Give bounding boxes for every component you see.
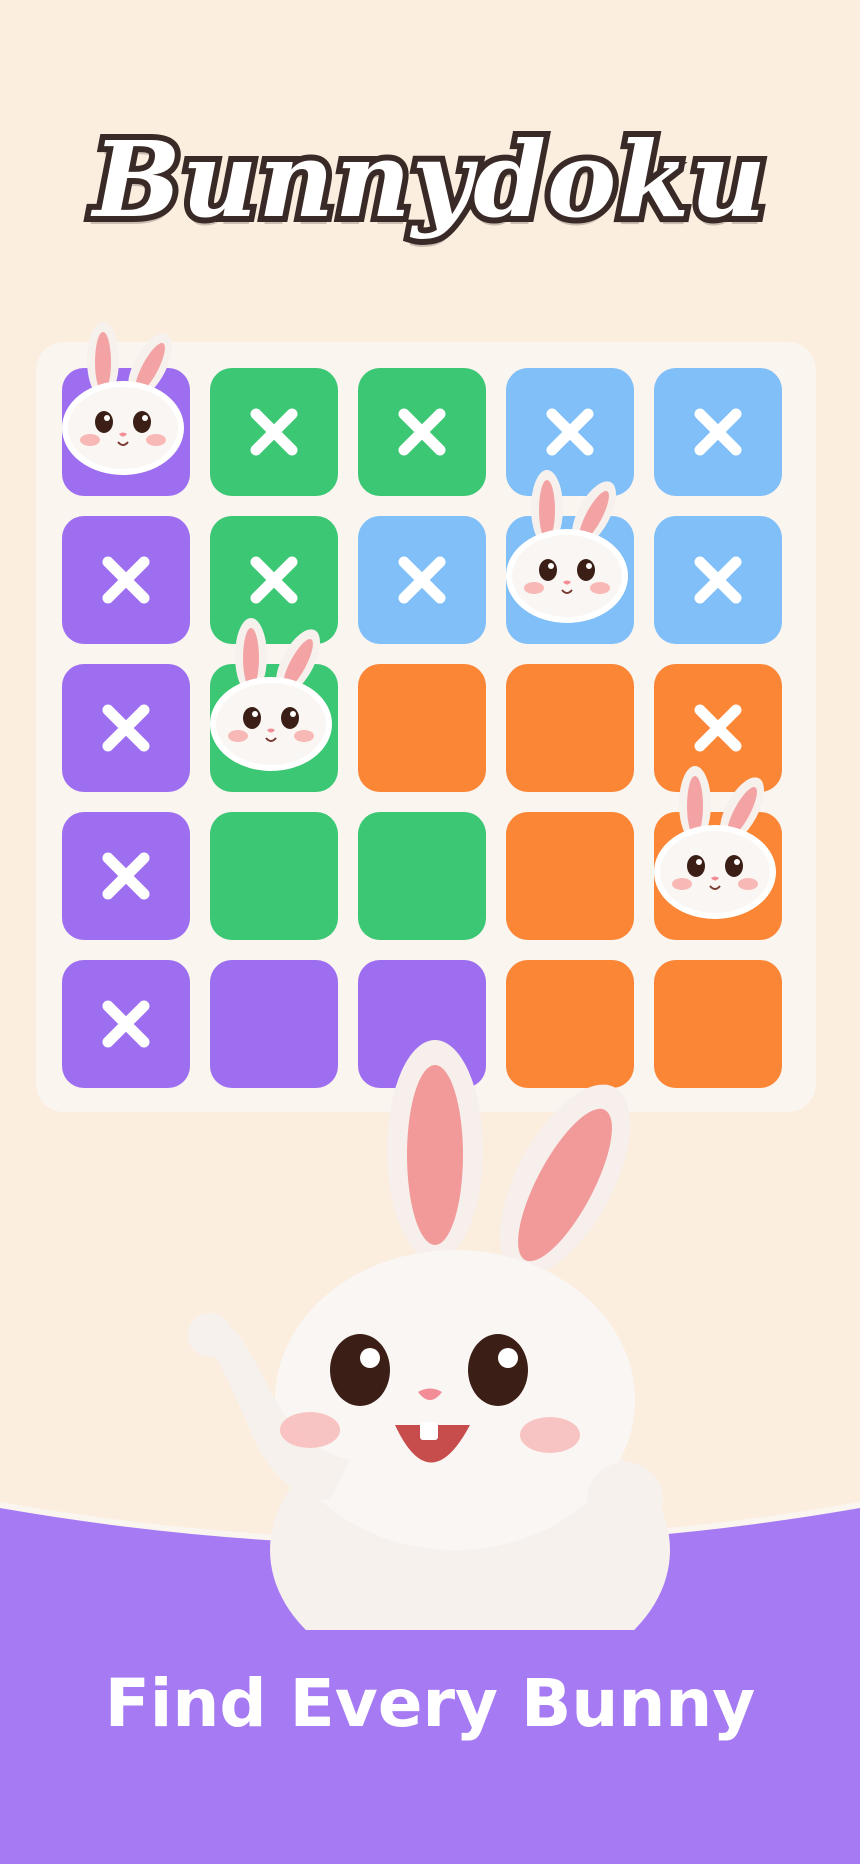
board-cell-r1-c2[interactable] <box>210 368 338 496</box>
x-mark-icon <box>690 552 746 608</box>
board-cell-r3-c1[interactable] <box>62 664 190 792</box>
board-cell-r1-c3[interactable] <box>358 368 486 496</box>
x-mark-icon <box>98 552 154 608</box>
board-cell-r5-c1[interactable] <box>62 960 190 1088</box>
game-board <box>36 322 816 1112</box>
board-cell-r2-c1[interactable] <box>62 516 190 644</box>
board-cell-r1-c5[interactable] <box>654 368 782 496</box>
board-cell-r4-c4[interactable] <box>506 812 634 940</box>
board-cell-r2-c5[interactable] <box>654 516 782 644</box>
game-title: Bunnydoku <box>87 112 772 247</box>
x-mark-icon <box>542 404 598 460</box>
bunny-icon <box>48 318 198 478</box>
x-mark-icon <box>246 404 302 460</box>
board-cell-r4-c2[interactable] <box>210 812 338 940</box>
x-mark-icon <box>246 552 302 608</box>
x-mark-icon <box>98 700 154 756</box>
x-mark-icon <box>98 848 154 904</box>
mascot-bunny <box>188 1040 670 1630</box>
tagline: Find Every Bunny <box>104 1665 756 1742</box>
x-mark-icon <box>690 404 746 460</box>
board-cell-r4-c1[interactable] <box>62 812 190 940</box>
x-mark-icon <box>690 700 746 756</box>
board-cell-r3-c4[interactable] <box>506 664 634 792</box>
x-mark-icon <box>98 996 154 1052</box>
x-mark-icon <box>394 404 450 460</box>
bunny-icon <box>196 614 346 774</box>
x-mark-icon <box>394 552 450 608</box>
board-cell-r3-c3[interactable] <box>358 664 486 792</box>
bunny-icon <box>640 762 790 922</box>
board-cell-r2-c3[interactable] <box>358 516 486 644</box>
board-cell-r4-c3[interactable] <box>358 812 486 940</box>
bunny-icon <box>492 466 642 626</box>
